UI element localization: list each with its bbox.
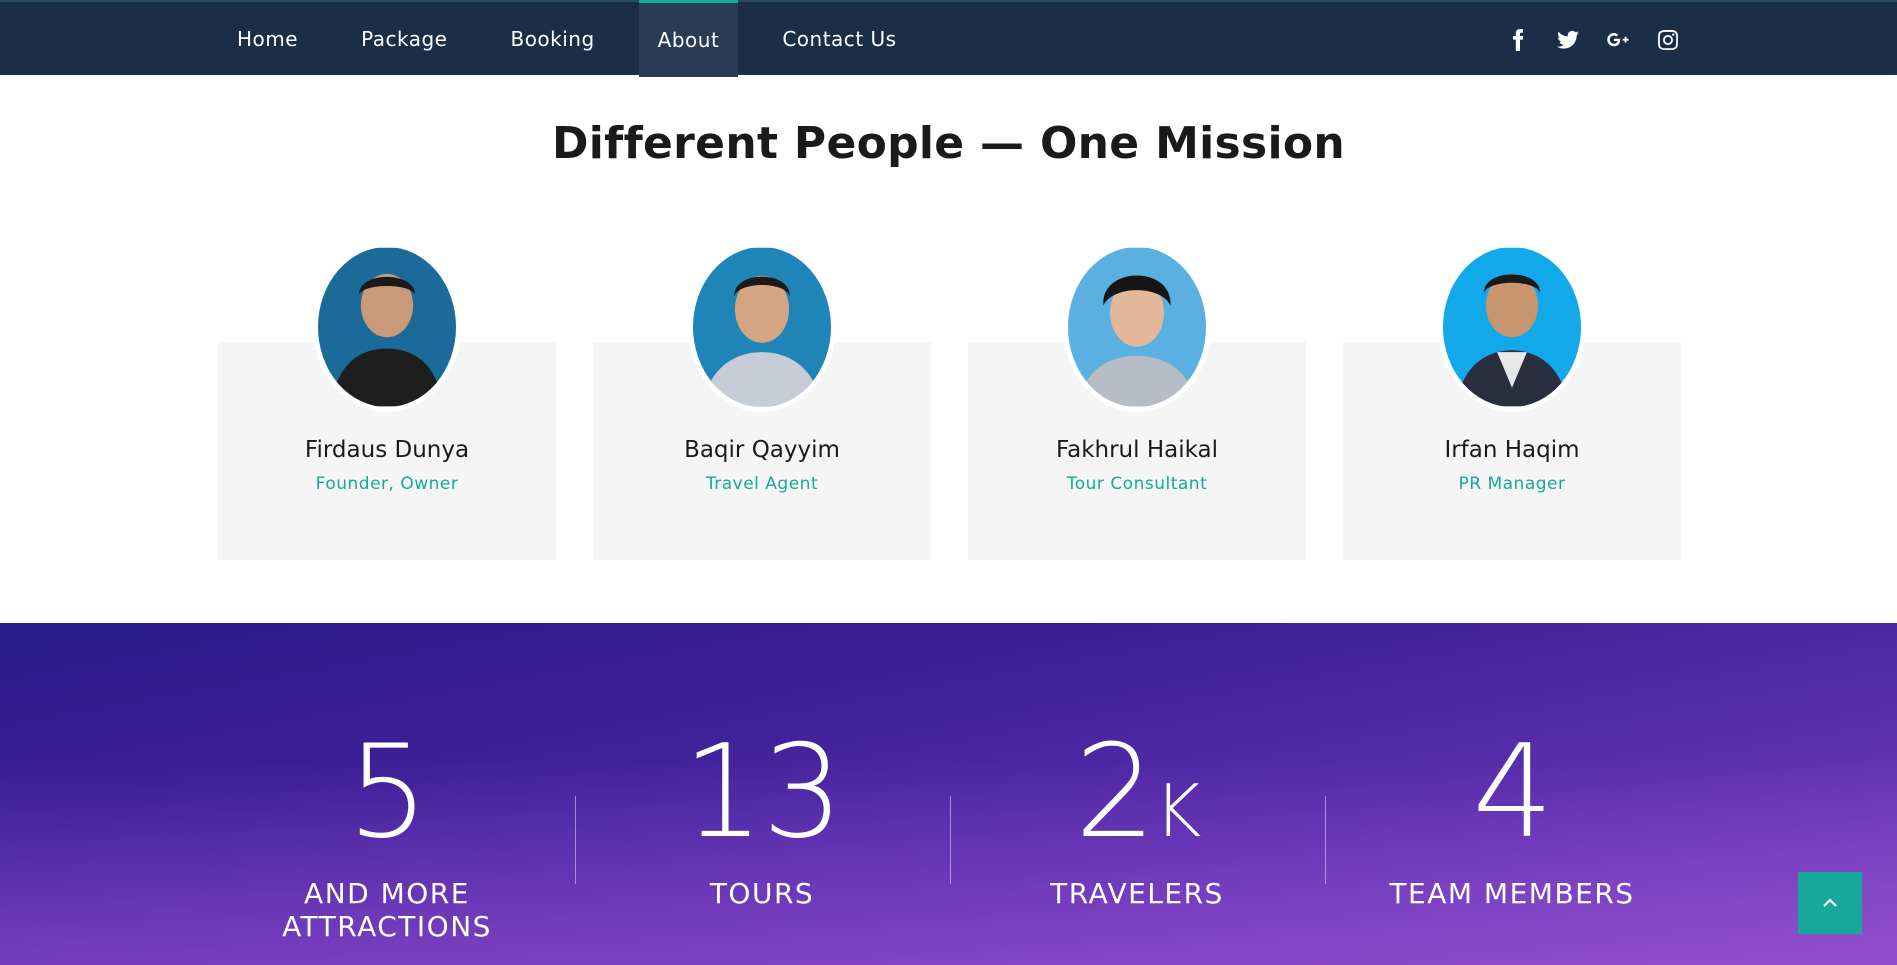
stat-tours: 13 TOURS [612, 718, 912, 911]
nav-item-contact[interactable]: Contact Us [763, 2, 915, 75]
stat-travelers: 2K TRAVELERS [987, 718, 1287, 911]
twitter-icon[interactable] [1554, 26, 1582, 54]
top-navigation: Home Package Booking About Contact Us [0, 0, 1897, 77]
stat-divider [950, 796, 951, 884]
nav-item-booking[interactable]: Booking [491, 2, 613, 75]
stat-number: 13 [682, 718, 844, 867]
team-members: Firdaus Dunya Founder, Owner Baqir Qayyi… [218, 242, 1681, 562]
member-role: Travel Agent [705, 474, 819, 494]
avatar [313, 242, 461, 412]
stat-label: AND MORE ATTRACTIONS [282, 877, 492, 943]
nav-links: Home Package Booking About Contact Us [218, 0, 941, 77]
facebook-icon[interactable] [1504, 26, 1532, 54]
stat-team-members: 4 TEAM MEMBERS [1362, 718, 1662, 911]
member-role: PR Manager [1458, 474, 1566, 494]
member-name: Baqir Qayyim [684, 437, 840, 463]
stat-label: TRAVELERS [1050, 877, 1224, 910]
nav-item-home[interactable]: Home [218, 2, 317, 75]
stat-label: TOURS [709, 877, 815, 910]
member-name: Fakhrul Haikal [1055, 437, 1219, 463]
stat-number: 2K [1074, 718, 1202, 867]
member-name: Firdaus Dunya [304, 437, 470, 463]
avatar [1438, 242, 1586, 412]
stat-divider [1325, 796, 1326, 884]
social-links [1504, 2, 1682, 77]
avatar [688, 242, 836, 412]
member-role: Founder, Owner [315, 474, 459, 494]
instagram-icon[interactable] [1654, 26, 1682, 54]
chevron-up-icon [1823, 898, 1837, 907]
stat-number: 4 [1472, 718, 1553, 867]
avatar [1063, 242, 1211, 412]
nav-item-package[interactable]: Package [342, 2, 466, 75]
google-plus-icon[interactable] [1604, 26, 1632, 54]
nav-item-about[interactable]: About [638, 0, 739, 77]
stat-label: TEAM MEMBERS [1389, 877, 1635, 910]
back-to-top-button[interactable] [1798, 872, 1862, 934]
stat-number: 5 [347, 718, 428, 867]
team-section-title: Different People — One Mission [551, 118, 1346, 169]
stats-section: 5 AND MORE ATTRACTIONS 13 TOURS 2K TRAVEL… [0, 623, 1897, 965]
stat-divider [575, 796, 576, 884]
member-role: Tour Consultant [1066, 474, 1208, 494]
member-name: Irfan Haqim [1444, 437, 1580, 463]
stat-attractions: 5 AND MORE ATTRACTIONS [237, 718, 537, 944]
